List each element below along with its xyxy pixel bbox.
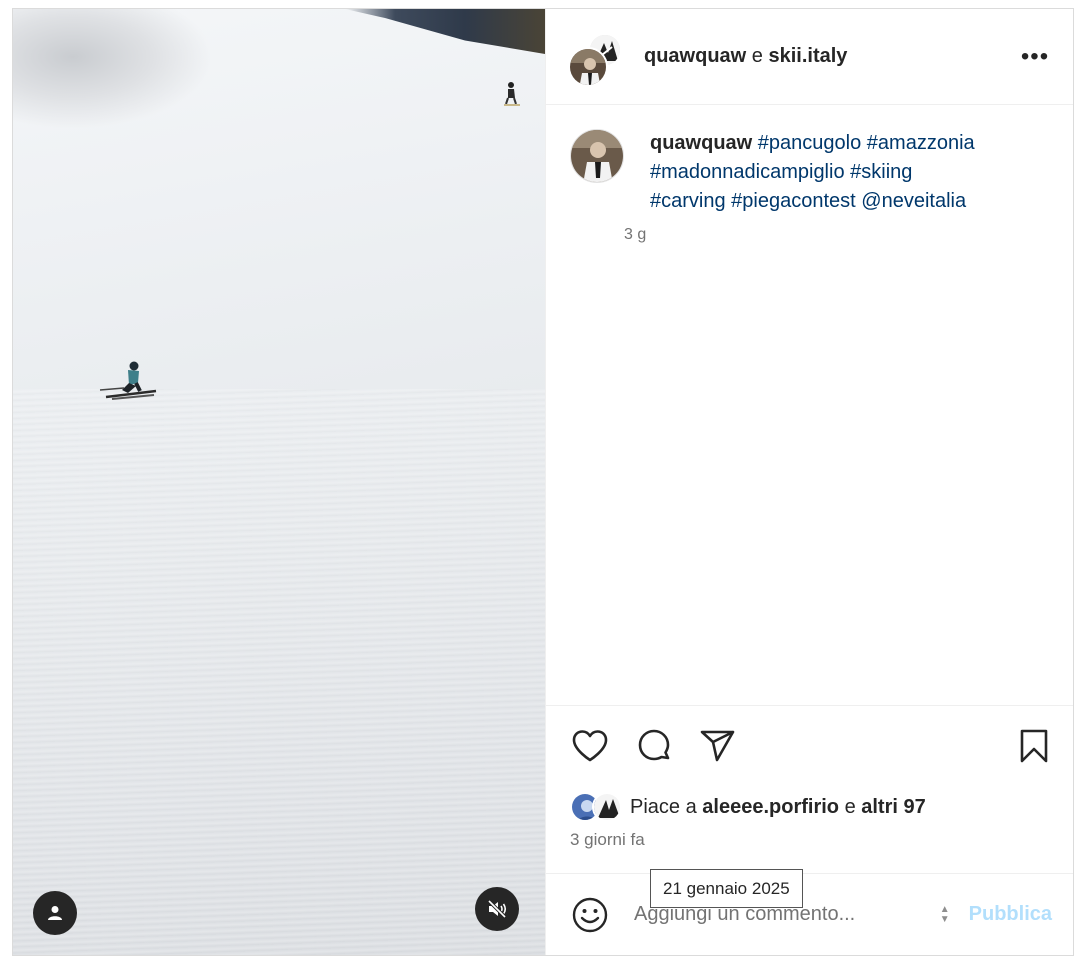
post-details-panel: quawquaw e skii.italy ••• quawquaw #panc… — [545, 9, 1073, 955]
smiley-icon — [572, 897, 608, 932]
hashtag-link[interactable]: #skiing — [850, 161, 912, 183]
caption-username[interactable]: quawquaw — [650, 132, 752, 154]
avatar-quawquaw[interactable] — [568, 46, 608, 87]
comment-button[interactable] — [634, 726, 674, 766]
tree-line — [345, 9, 545, 54]
likes-prefix: Piace a — [630, 795, 697, 818]
caption-text: quawquaw #pancugolo #amazzonia #madonnad… — [650, 129, 975, 216]
post-date[interactable]: 3 giorni fa — [570, 830, 1054, 850]
post-header: quawquaw e skii.italy ••• — [546, 9, 1073, 105]
hashtag-link[interactable]: #amazzonia — [867, 132, 975, 154]
hashtag-link[interactable]: #pancugolo — [758, 132, 861, 154]
heart-icon — [572, 730, 608, 762]
mute-button[interactable] — [475, 887, 519, 931]
likes-text: Piace a aleeee.porfirio e altri 97 — [630, 796, 926, 819]
likes-others[interactable]: altri 97 — [861, 796, 925, 818]
bookmark-icon — [1020, 729, 1048, 763]
send-icon — [700, 730, 735, 762]
speaker-muted-icon — [487, 899, 507, 919]
snow-texture — [13, 389, 545, 955]
liker-avatars — [570, 792, 626, 822]
likes-joiner: e — [844, 795, 856, 818]
post-dialog: quawquaw e skii.italy ••• quawquaw #panc… — [12, 8, 1074, 956]
caption-content: quawquaw #pancugolo #amazzonia #madonnad… — [624, 129, 975, 244]
user-icon — [48, 906, 62, 920]
collab-avatars[interactable] — [568, 29, 624, 87]
date-tooltip: 21 gennaio 2025 — [650, 869, 803, 908]
distant-skier — [504, 82, 520, 106]
post-authors: quawquaw e skii.italy — [644, 45, 1015, 68]
save-button[interactable] — [1014, 726, 1054, 766]
like-button[interactable] — [570, 726, 610, 766]
caption: quawquaw #pancugolo #amazzonia #madonnad… — [546, 105, 1073, 244]
hashtag-link[interactable]: #madonnadicampiglio — [650, 161, 845, 183]
more-options-button[interactable]: ••• — [1015, 42, 1055, 72]
caption-timestamp: 3 g — [624, 226, 647, 243]
share-button[interactable] — [698, 726, 738, 766]
likes-summary[interactable]: Piace a aleeee.porfirio e altri 97 — [570, 792, 1054, 822]
action-icons — [570, 726, 1054, 766]
caption-avatar[interactable] — [570, 129, 624, 183]
resize-handle-icon: ▲ ▼ — [939, 903, 950, 925]
mention-link[interactable]: @neveitalia — [861, 190, 966, 212]
post-video[interactable] — [13, 9, 545, 955]
rock-outcrop — [13, 9, 213, 129]
publish-button[interactable]: Pubblica — [969, 903, 1052, 926]
author-link-1[interactable]: quawquaw — [644, 45, 746, 67]
comment-icon — [638, 729, 670, 761]
liker-avatar — [592, 792, 622, 822]
user-tags-button[interactable] — [33, 891, 77, 935]
emoji-button[interactable] — [570, 895, 610, 935]
hashtag-link[interactable]: #piegacontest — [731, 190, 856, 212]
author-link-2[interactable]: skii.italy — [768, 45, 847, 67]
post-actions: Piace a aleeee.porfirio e altri 97 3 gio… — [546, 705, 1073, 850]
liker-username[interactable]: aleeee.porfirio — [702, 796, 839, 818]
comment-bar: ▲▼ Pubblica — [546, 873, 1073, 955]
author-joiner: e — [751, 45, 763, 67]
hashtag-link[interactable]: #carving — [650, 190, 726, 212]
carving-skier — [99, 361, 157, 400]
